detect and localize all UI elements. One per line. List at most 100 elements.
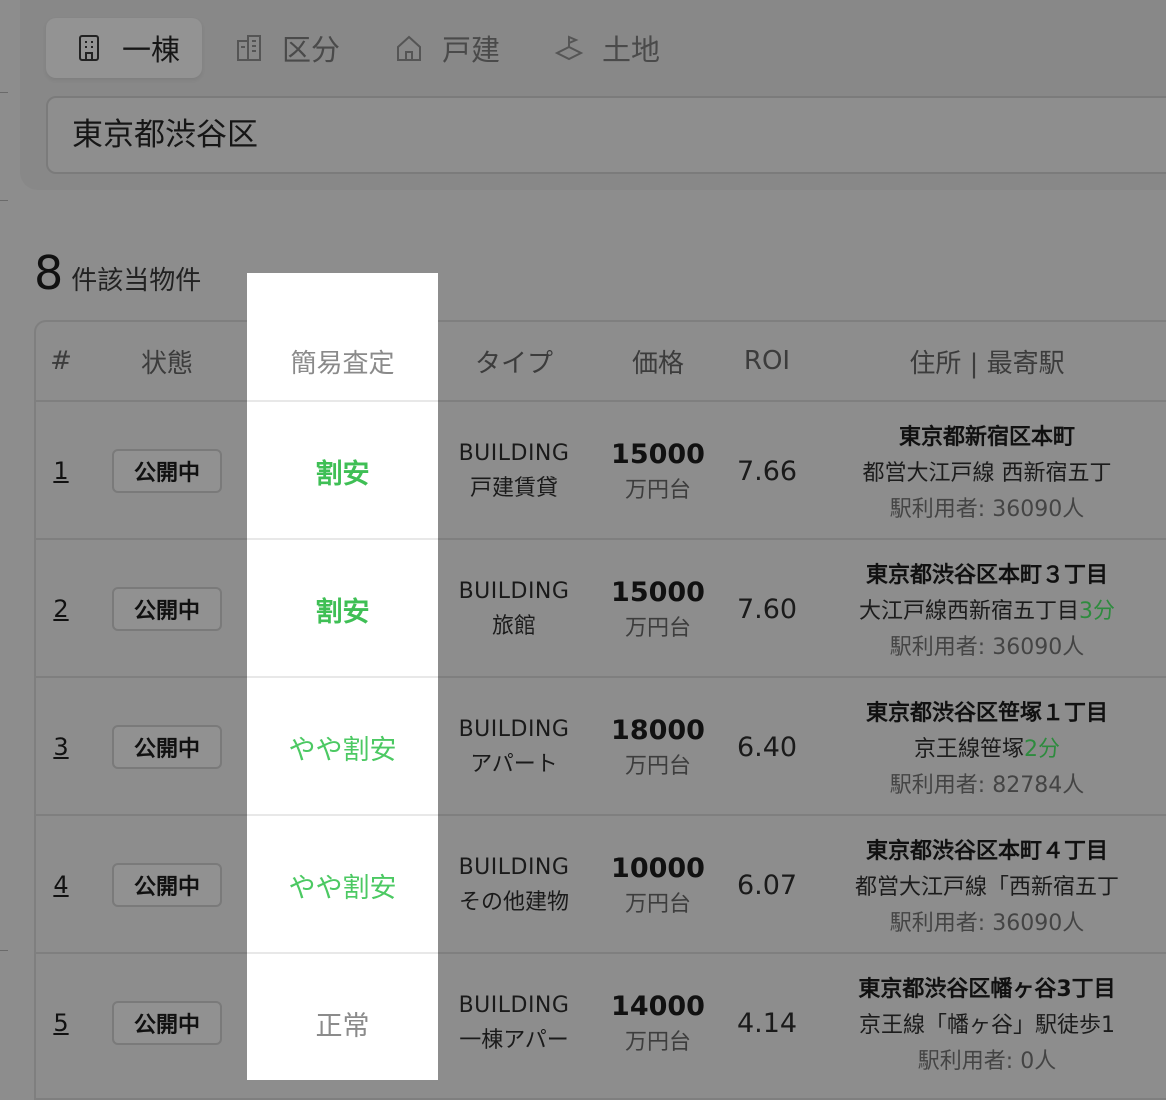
type-subcategory: 一棟アパー	[459, 1027, 569, 1053]
station-users: 駅利用者: 36090人	[889, 497, 1085, 522]
table-row[interactable]: 4 公開中 やや割安 BUILDING その他建物 10000 万円台 6.07 東京都渋谷区本…	[0, 816, 1166, 954]
edge-mark	[0, 92, 8, 93]
row-number-cell: 3	[35, 678, 87, 816]
roi-value: 7.60	[736, 593, 798, 625]
type-subcategory: アパート	[470, 751, 558, 777]
status-cell: 公開中	[87, 954, 247, 1092]
row-number-link[interactable]: 5	[53, 1009, 68, 1037]
nearest-station: 京王線笹塚2分	[914, 731, 1060, 763]
tab-ittou[interactable]: 一棟	[46, 18, 203, 78]
header-type: タイプ	[474, 348, 553, 379]
row-number-cell: 1	[35, 402, 87, 540]
station-name: 都営大江戸線「西新宿五丁	[854, 875, 1119, 900]
header-status: 状態	[140, 348, 193, 379]
type-cell: BUILDING アパート	[438, 678, 590, 816]
nearest-station: 京王線「幡ヶ谷」駅徒歩1	[859, 1007, 1115, 1039]
type-subcategory: 旅館	[491, 613, 536, 639]
status-cell: 公開中	[87, 678, 247, 816]
address-cell: 東京都新宿区本町都営大江戸線 西新宿五丁 駅利用者: 36090人	[808, 402, 1166, 540]
tab-kodate[interactable]: 戸建	[366, 18, 522, 78]
tab-label: 一棟	[122, 33, 181, 67]
status-badge: 公開中	[111, 449, 222, 493]
house-icon	[397, 35, 422, 61]
property-type-tabs: 一棟 区分 戸建 土地	[46, 18, 686, 78]
type-category: BUILDING	[458, 578, 570, 604]
type-subcategory: その他建物	[458, 889, 569, 915]
assessment-label: 割安	[315, 596, 370, 628]
roi-cell: 4.14	[726, 954, 808, 1092]
header-number: #	[50, 346, 72, 376]
walk-time: 2分	[1024, 737, 1060, 762]
row-number-cell: 2	[35, 540, 87, 678]
type-category: BUILDING	[458, 854, 570, 880]
result-count-number: 8	[34, 246, 64, 300]
assessment-label: 正常	[315, 1010, 370, 1042]
price-value: 18000	[611, 714, 705, 746]
header-assessment[interactable]: 簡易査定	[247, 320, 438, 402]
roi-cell: 6.40	[726, 678, 808, 816]
address-cell: 東京都渋谷区本町３丁目 大江戸線西新宿五丁目3分 駅利用者: 36090人	[808, 540, 1166, 678]
row-number-link[interactable]: 3	[53, 733, 68, 761]
address: 東京都渋谷区本町４丁目	[865, 839, 1108, 864]
type-category: BUILDING	[458, 992, 570, 1018]
station-users: 駅利用者: 0人	[917, 1049, 1057, 1074]
header-address: 住所 | 最寄駅	[909, 348, 1065, 379]
price-unit: 万円台	[624, 891, 691, 917]
price-cell: 14000 万円台	[590, 954, 726, 1092]
status-badge: 公開中	[111, 587, 222, 631]
assessment-cell: 割安	[247, 402, 438, 540]
row-number-cell: 5	[35, 954, 87, 1092]
type-subcategory: 戸建賃貸	[469, 475, 558, 501]
nearest-station: 大江戸線西新宿五丁目3分	[859, 593, 1115, 625]
result-count-label: 件該当物件	[71, 266, 202, 296]
header-price[interactable]: 価格	[590, 320, 726, 402]
walk-time: 3分	[1079, 599, 1115, 624]
header-roi[interactable]: ROI	[726, 320, 808, 402]
table-row[interactable]: 3 公開中 やや割安 BUILDING アパート 18000 万円台 6.40 東京都渋谷区笹塚…	[0, 678, 1166, 816]
assessment-label: やや割安	[288, 734, 397, 766]
address: 東京都渋谷区幡ヶ谷3丁目	[858, 977, 1116, 1002]
price-unit: 万円台	[624, 477, 691, 503]
price-value: 10000	[611, 852, 705, 884]
status-cell: 公開中	[87, 540, 247, 678]
assessment-label: 割安	[315, 458, 370, 490]
table-row[interactable]: 1 公開中 割安 BUILDING 戸建賃貸 15000 万円台 7.66 東京都新宿区本町 都営…	[0, 402, 1166, 540]
assessment-cell: やや割安	[247, 678, 438, 816]
address: 東京都新宿区本町	[898, 425, 1075, 450]
assessment-label: やや割安	[288, 872, 397, 904]
assessment-cell: 割安	[247, 540, 438, 678]
price-unit: 万円台	[624, 615, 691, 641]
row-number-link[interactable]: 4	[53, 871, 68, 899]
status-cell: 公開中	[87, 402, 247, 540]
land-icon	[554, 35, 584, 61]
tab-kubun[interactable]: 区分	[206, 18, 362, 78]
price-value: 15000	[611, 576, 705, 608]
status-badge: 公開中	[111, 725, 222, 769]
price-unit: 万円台	[624, 753, 691, 779]
table-row[interactable]: 2 公開中 割安 BUILDING 旅館 15000 万円台 7.60 東京都渋谷区本町３丁目大…	[0, 540, 1166, 678]
table-header: # 状態 簡易査定 タイプ 価格 ROI 住所 | 最寄駅	[0, 320, 1166, 402]
tab-label: 戸建	[442, 33, 501, 67]
table-row[interactable]: 5 公開中 正常 BUILDING 一棟アパー 14000 万円台 4.14 東京都渋谷区幡ヶ谷…	[0, 954, 1166, 1092]
roi-cell: 7.60	[726, 540, 808, 678]
station-users: 駅利用者: 82784人	[889, 773, 1085, 798]
tab-label: 区分	[282, 33, 341, 67]
price-cell: 15000 万円台	[590, 402, 726, 540]
status-badge: 公開中	[111, 1001, 222, 1045]
station-name: 都営大江戸線 西新宿五丁	[862, 461, 1112, 486]
search-input[interactable]: 東京都渋谷区	[46, 96, 1166, 174]
station-users: 駅利用者: 36090人	[889, 911, 1085, 936]
row-number-link[interactable]: 2	[53, 595, 68, 623]
address-cell: 東京都渋谷区笹塚１丁目 京王線笹塚2分 駅利用者: 82784人	[808, 678, 1166, 816]
nearest-station: 都営大江戸線 西新宿五丁	[863, 455, 1112, 487]
type-category: BUILDING	[458, 440, 570, 466]
type-cell: BUILDING 旅館	[438, 540, 590, 678]
apartment-icon	[237, 35, 262, 61]
type-cell: BUILDING 戸建賃貸	[438, 402, 590, 540]
tab-tochi[interactable]: 土地	[526, 18, 682, 78]
tab-label: 土地	[602, 33, 661, 67]
station-name: 大江戸線西新宿五丁目	[858, 599, 1079, 624]
row-number-cell: 4	[35, 816, 87, 954]
address-cell: 東京都渋谷区幡ヶ谷3丁目京王線「幡ヶ谷」駅徒歩1 駅利用者: 0人	[808, 954, 1166, 1092]
row-number-link[interactable]: 1	[53, 457, 68, 485]
